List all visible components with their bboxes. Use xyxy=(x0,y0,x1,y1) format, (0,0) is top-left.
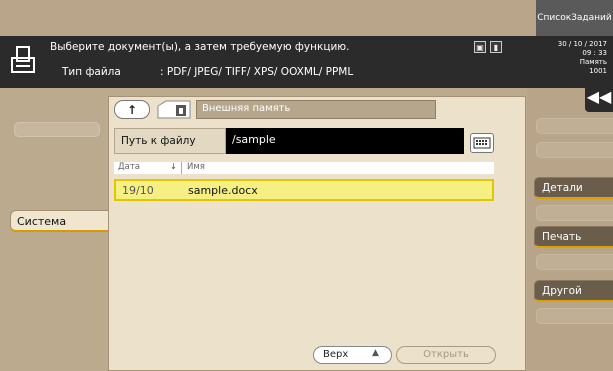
keyboard-icon[interactable] xyxy=(470,133,494,153)
memory-value: 1001 xyxy=(589,67,607,75)
print-button[interactable]: Печать xyxy=(534,226,613,248)
top-button[interactable]: Верх ▲ xyxy=(313,346,392,364)
storage-status-icon: ▮ xyxy=(490,41,502,53)
external-memory-icon xyxy=(156,100,192,119)
file-name: sample.docx xyxy=(188,184,258,197)
left-disabled-tab xyxy=(14,122,100,137)
column-header: Дата ↓ Имя xyxy=(114,162,494,174)
date-text: 30 / 10 / 2017 xyxy=(557,40,607,48)
top-button-label: Верх xyxy=(323,349,349,360)
right-disabled-button-1 xyxy=(536,118,613,134)
right-disabled-button-3 xyxy=(536,205,613,221)
file-path-value: /sample xyxy=(226,128,464,154)
file-path-label: Путь к файлу xyxy=(114,128,226,154)
tab-system[interactable]: Система xyxy=(10,210,110,232)
other-button[interactable]: Другой xyxy=(534,280,613,302)
up-folder-button[interactable]: ↑ xyxy=(114,100,150,119)
right-disabled-button-2 xyxy=(536,142,613,158)
document-printer-icon xyxy=(10,46,36,76)
lock-status-icon: ▣ xyxy=(474,41,486,53)
task-list-button[interactable]: СписокЗаданий xyxy=(536,0,613,36)
file-type-value: : PDF/ JPEG/ TIFF/ XPS/ OOXML/ PPML xyxy=(160,66,354,78)
storage-name: Внешняя память xyxy=(196,100,436,119)
right-disabled-button-5 xyxy=(536,308,613,324)
file-date: 19/10 xyxy=(122,184,154,197)
details-button[interactable]: Детали xyxy=(534,177,613,199)
sort-down-icon[interactable]: ↓ xyxy=(170,162,177,171)
collapse-menu-icon[interactable]: ◀◀ xyxy=(585,80,613,112)
file-row[interactable]: 19/10 sample.docx xyxy=(114,179,494,201)
arrow-up-icon: ▲ xyxy=(372,348,379,358)
column-name[interactable]: Имя xyxy=(184,162,205,172)
memory-label: Память xyxy=(579,58,607,66)
right-disabled-button-4 xyxy=(536,254,613,270)
open-button[interactable]: Открыть xyxy=(396,346,496,364)
top-strip xyxy=(0,0,613,36)
file-type-label: Тип файла xyxy=(62,66,121,78)
time-text: 09 : 33 xyxy=(582,49,607,57)
instruction-message: Выберите документ(ы), а затем требуемую … xyxy=(50,41,350,53)
